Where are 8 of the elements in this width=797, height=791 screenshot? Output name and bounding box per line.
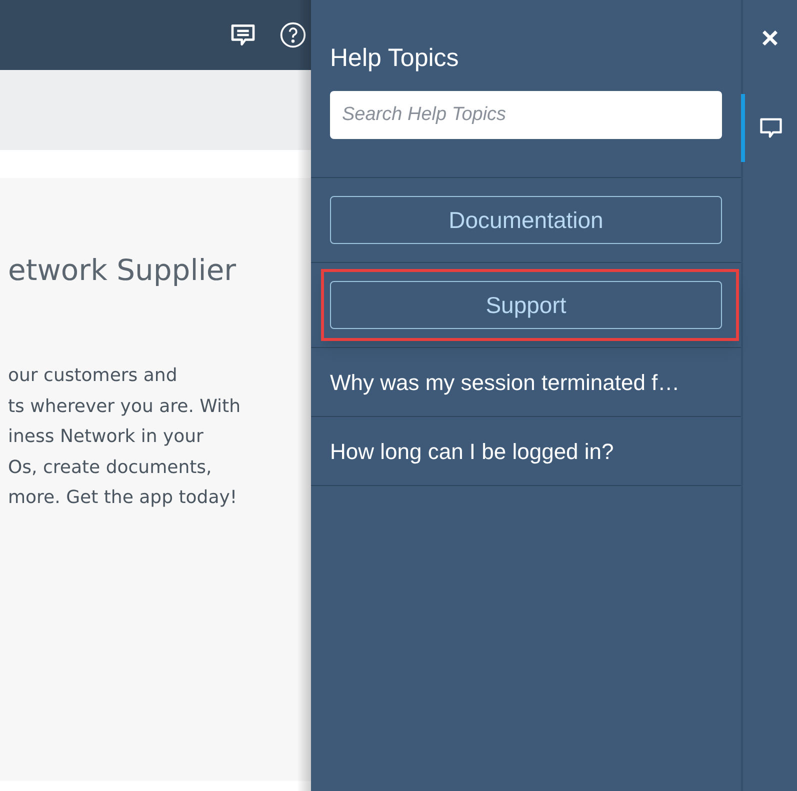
- search-field[interactable]: Search Help Topics: [330, 91, 722, 139]
- promo-paragraph: our customers and ts wherever you are. With iness Network in your Os, create documents, more. Get the app today!: [7, 364, 241, 510]
- panel-button[interactable]: Support: [330, 281, 722, 329]
- close-button[interactable]: ×: [743, 22, 797, 56]
- help-icon[interactable]: [279, 21, 307, 49]
- panel-button[interactable]: Documentation: [330, 196, 722, 244]
- page-heading: etwork Supplier: [7, 256, 236, 285]
- panel-title: Help Topics: [330, 46, 459, 71]
